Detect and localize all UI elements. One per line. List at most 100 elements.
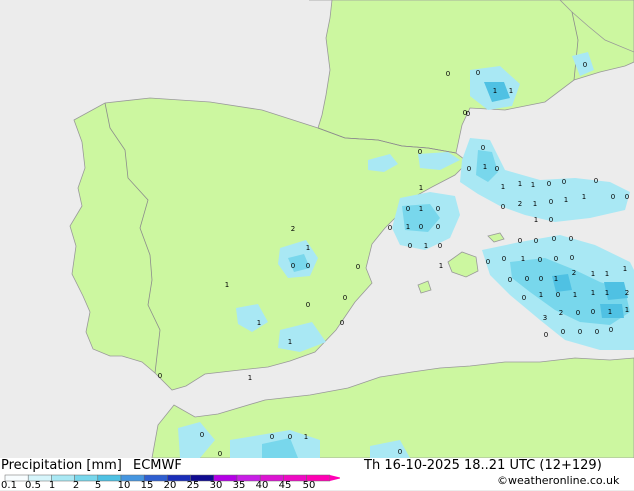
precip-value-label: 0 xyxy=(218,450,222,458)
precip-value-label: 1 xyxy=(493,87,497,95)
precip-value-label: 1 xyxy=(509,87,513,95)
precip-value-label: 0 xyxy=(200,431,204,439)
precip-value-label: 0 xyxy=(625,193,629,201)
precip-value-label: 0 xyxy=(549,198,553,206)
precip-value-label: 0 xyxy=(525,275,529,283)
precip-value-label: 0 xyxy=(436,205,440,213)
precip-value-label: 1 xyxy=(582,193,586,201)
precip-value-label: 1 xyxy=(534,216,538,224)
scale-tick-label: 45 xyxy=(278,480,292,491)
precipitation-map: 0 0 1 1 0 0 0 0 1 0 1 1 1 0 0 0 1 0 1 0 1 0 0 0 0 2 1 0 1 1 0 0 1 0 0 1 0 2 1 0… xyxy=(0,0,634,459)
precip-value-label: 0 xyxy=(547,180,551,188)
precip-value-label: 0 xyxy=(569,235,573,243)
map-canvas: 0 0 1 1 0 0 0 0 1 0 1 1 1 0 0 0 1 0 1 0 1 0 0 0 0 2 1 0 1 1 0 0 1 0 0 1 0 2 1 0… xyxy=(0,0,634,459)
precip-value-label: 0 xyxy=(306,301,310,309)
scale-tick-label: 40 xyxy=(255,480,269,491)
precip-value-label: 0 xyxy=(539,275,543,283)
legend-footer: Precipitation [mm] ECMWF Th 16-10-2025 1… xyxy=(0,458,634,491)
precip-value-label: 1 xyxy=(225,281,229,289)
scale-tick-label: 0.5 xyxy=(25,480,41,491)
precip-value-label: 0 xyxy=(343,294,347,302)
precip-value-label: 1 xyxy=(521,255,525,263)
precip-value-label: 0 xyxy=(419,223,423,231)
precip-value-label: 2 xyxy=(291,225,295,233)
precip-value-label: 1 xyxy=(605,289,609,297)
precip-value-label: 1 xyxy=(564,196,568,204)
precip-value-label: 2 xyxy=(518,200,522,208)
precip-value-label: 0 xyxy=(291,262,295,270)
precip-value-label: 1 xyxy=(533,200,537,208)
precip-value-label: 1 xyxy=(605,270,609,278)
precip-value-label: 1 xyxy=(483,163,487,171)
precip-value-label: 0 xyxy=(534,237,538,245)
scale-overflow-arrow xyxy=(329,475,340,481)
precip-value-label: 1 xyxy=(518,180,522,188)
precip-value-label: 1 xyxy=(248,374,252,382)
precip-value-label: 1 xyxy=(288,338,292,346)
precip-value-label: 0 xyxy=(398,448,402,456)
precip-value-label: 0 xyxy=(561,328,565,336)
scale-tick-label: 15 xyxy=(140,480,154,491)
precip-value-label: 0 xyxy=(518,237,522,245)
precip-value-label: 0 xyxy=(578,328,582,336)
precip-value-label: 1 xyxy=(591,270,595,278)
precip-value-label: 0 xyxy=(562,178,566,186)
scale-tick-label: 10 xyxy=(117,480,131,491)
precip-value-label: 0 xyxy=(356,263,360,271)
precip-value-label: 0 xyxy=(501,203,505,211)
precip-value-label: 0 xyxy=(552,235,556,243)
valid-time: Th 16-10-2025 18..21 UTC (12+129) xyxy=(364,458,602,473)
precip-value-label: 1 xyxy=(591,289,595,297)
precip-value-label: 2 xyxy=(625,289,629,297)
precip-value-label: 0 xyxy=(495,165,499,173)
precip-value-label: 1 xyxy=(539,291,543,299)
precip-value-label: 1 xyxy=(501,183,505,191)
precip-value-label: 0 xyxy=(446,70,450,78)
precip-value-label: 0 xyxy=(556,291,560,299)
scale-tick-label: 25 xyxy=(186,480,200,491)
precip-value-label: 0 xyxy=(388,224,392,232)
precip-value-label: 0 xyxy=(554,255,558,263)
precip-value-label: 1 xyxy=(554,275,558,283)
precip-value-label: 0 xyxy=(418,148,422,156)
precip-value-label: 0 xyxy=(594,177,598,185)
precip-value-label: 0 xyxy=(486,258,490,266)
precip-value-label: 3 xyxy=(543,314,547,322)
precip-value-label: 0 xyxy=(467,165,471,173)
scale-tick-label: 5 xyxy=(94,480,102,491)
scale-tick-label: 35 xyxy=(232,480,246,491)
scale-tick-label: 50 xyxy=(302,480,316,491)
precip-value-label: 0 xyxy=(481,144,485,152)
precip-value-label: 0 xyxy=(306,262,310,270)
precip-value-label: 2 xyxy=(572,269,576,277)
precip-value-label: 1 xyxy=(608,308,612,316)
scale-tick-label: 30 xyxy=(209,480,223,491)
precip-value-label: 0 xyxy=(591,308,595,316)
precip-value-label: 1 xyxy=(419,184,423,192)
precip-value-label: 1 xyxy=(306,244,310,252)
precip-value-label: 1 xyxy=(439,262,443,270)
precip-value-label: 0 xyxy=(595,328,599,336)
precip-value-label: 0 xyxy=(438,242,442,250)
precip-value-label: 0 xyxy=(340,319,344,327)
precip-value-label: 1 xyxy=(623,265,627,273)
precip-value-label: 1 xyxy=(257,319,261,327)
scale-tick-label: 20 xyxy=(163,480,177,491)
precip-value-label: 0 xyxy=(406,205,410,213)
scale-tick-label: 1 xyxy=(48,480,56,491)
precip-value-label: 0 xyxy=(609,326,613,334)
scale-tick-label: 2 xyxy=(72,480,80,491)
precip-value-label: 2 xyxy=(559,309,563,317)
precip-value-label: 1 xyxy=(424,242,428,250)
credit-text: ©weatheronline.co.uk xyxy=(497,474,620,487)
precip-value-label: 0 xyxy=(538,256,542,264)
precip-value-label: 0 xyxy=(576,309,580,317)
legend-title: Precipitation [mm] xyxy=(1,458,122,473)
precip-value-label: 1 xyxy=(625,306,629,314)
precip-value-label: 0 xyxy=(502,255,506,263)
precip-value-label: 1 xyxy=(531,181,535,189)
precip-value-label: 0 xyxy=(508,276,512,284)
precip-value-label: 0 xyxy=(408,242,412,250)
precip-value-label: 0 xyxy=(583,61,587,69)
precip-value-label: 0 xyxy=(570,254,574,262)
